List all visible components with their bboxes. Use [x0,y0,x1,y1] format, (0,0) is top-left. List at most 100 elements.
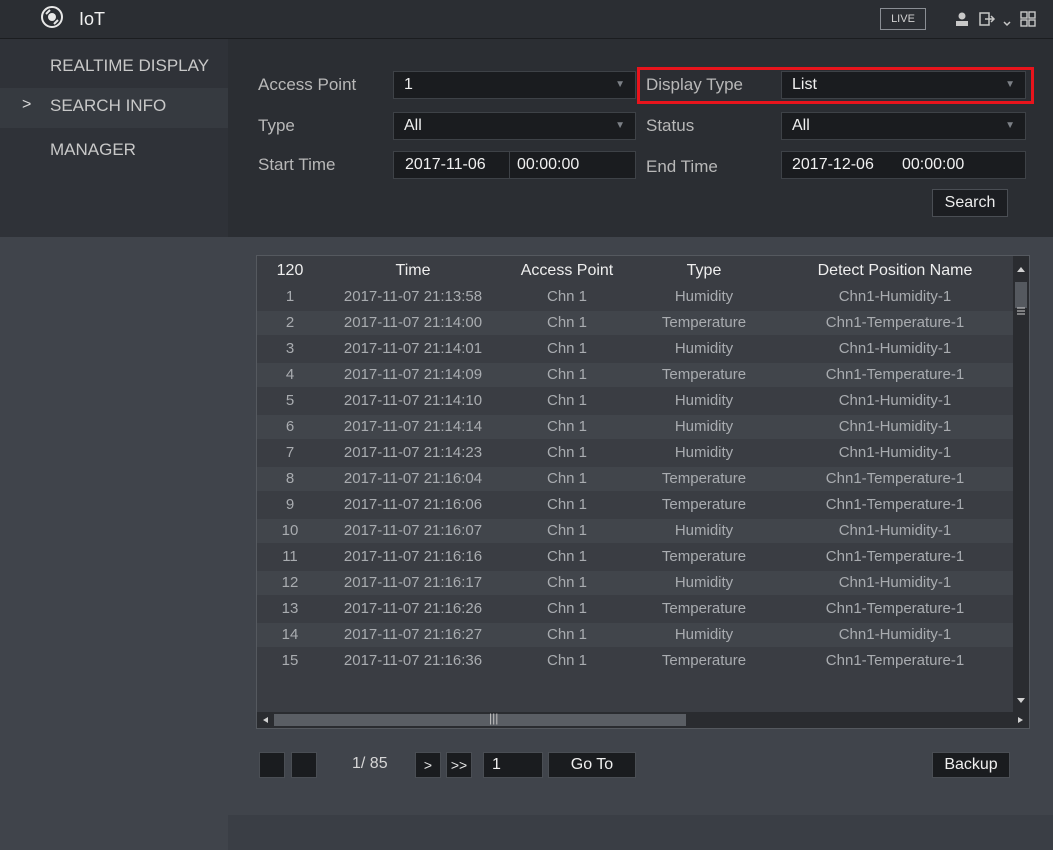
cell-time: 2017-11-07 21:14:10 [343,392,483,409]
cell-type: Humidity [674,418,734,435]
start-date-value[interactable]: 2017-11-06 [405,152,486,178]
table-row[interactable]: 5 2017-11-07 21:14:10 Chn 1 Humidity Chn1-Hu… [257,389,1013,413]
table-row[interactable]: 1 2017-11-07 21:13:58 Chn 1 Humidity Chn1-Hu… [257,285,1013,309]
top-bar: IoT LIVE [0,0,1053,39]
search-button[interactable]: Search [932,189,1008,217]
end-time-label: End Time [646,157,718,176]
sidebar-item-manager[interactable]: MANAGER [0,132,228,172]
cell-access-point: Chn 1 [546,470,588,487]
cell-type: Humidity [674,626,734,643]
table-row[interactable]: 7 2017-11-07 21:14:23 Chn 1 Humidity Chn1-Hu… [257,441,1013,465]
table-row[interactable]: 13 2017-11-07 21:16:26 Chn 1 Temperature Chn… [257,597,1013,621]
backup-button[interactable]: Backup [932,752,1010,778]
access-point-label: Access Point [258,75,357,94]
cell-time: 2017-11-07 21:13:58 [343,288,483,305]
type-select[interactable]: All ▼ [393,112,636,140]
last-page-button[interactable]: >> [446,752,472,778]
user-icon[interactable] [952,9,972,29]
column-header-detect-position-name[interactable]: Detect Position Name [777,262,1013,280]
cell-index: 5 [285,392,295,409]
cell-time: 2017-11-07 21:14:14 [343,418,483,435]
menu-grid-icon[interactable] [1018,9,1038,29]
cell-type: Temperature [661,600,747,617]
camera-lens-logo-icon [41,6,63,28]
cell-type: Humidity [674,288,734,305]
cell-access-point: Chn 1 [546,366,588,383]
scroll-left-icon[interactable] [261,716,269,724]
access-point-select[interactable]: 1 ▼ [393,71,636,99]
column-header-count[interactable]: 120 [257,262,323,280]
end-date-value[interactable]: 2017-12-06 [792,152,874,178]
table-row[interactable]: 3 2017-11-07 21:14:01 Chn 1 Humidity Chn1-Hu… [257,337,1013,361]
results-panel-footer [228,815,1053,850]
table-row[interactable]: 6 2017-11-07 21:14:14 Chn 1 Humidity Chn1-Hu… [257,415,1013,439]
cell-index: 1 [285,288,295,305]
page-number-input[interactable]: 1 [483,752,543,778]
cell-time: 2017-11-07 21:14:00 [343,314,483,331]
cell-index: 11 [282,548,298,565]
cell-index: 13 [281,600,299,617]
logout-icon[interactable] [977,9,997,29]
cell-access-point: Chn 1 [546,314,588,331]
cell-position-name: Chn1-Humidity-1 [838,574,952,591]
start-time-field[interactable]: 2017-11-06 00:00:00 [393,151,636,179]
cell-position-name: Chn1-Humidity-1 [838,288,952,305]
live-button[interactable]: LIVE [880,8,926,30]
app-title: IoT [79,9,106,29]
cell-position-name: Chn1-Humidity-1 [838,340,952,357]
table-row[interactable]: 14 2017-11-07 21:16:27 Chn 1 Humidity Chn1-H… [257,623,1013,647]
first-page-button[interactable] [259,752,285,778]
cell-position-name: Chn1-Humidity-1 [838,392,952,409]
time-divider [509,151,510,179]
sidebar-item-search-info[interactable]: > SEARCH INFO [0,88,228,128]
cell-type: Temperature [661,496,747,513]
end-time-value[interactable]: 00:00:00 [902,152,964,178]
table-row[interactable]: 8 2017-11-07 21:16:04 Chn 1 Temperature Chn1… [257,467,1013,491]
cell-position-name: Chn1-Temperature-1 [825,314,965,331]
sidebar-item-label: SEARCH INFO [50,96,167,115]
scroll-right-icon[interactable] [1017,716,1025,724]
column-header-time[interactable]: Time [323,262,503,280]
next-page-button[interactable]: > [415,752,441,778]
cell-access-point: Chn 1 [546,522,588,539]
cell-position-name: Chn1-Temperature-1 [825,548,965,565]
cell-time: 2017-11-07 21:16:36 [343,652,483,669]
vertical-scrollbar[interactable] [1013,256,1029,712]
status-select[interactable]: All ▼ [781,112,1026,140]
go-to-button[interactable]: Go To [548,752,636,778]
cell-type: Temperature [661,652,747,669]
start-time-value[interactable]: 00:00:00 [517,152,579,178]
table-row[interactable]: 9 2017-11-07 21:16:06 Chn 1 Temperature Chn1… [257,493,1013,517]
cell-position-name: Chn1-Temperature-1 [825,496,965,513]
cell-access-point: Chn 1 [546,340,588,357]
table-row[interactable]: 4 2017-11-07 21:14:09 Chn 1 Temperature Chn1… [257,363,1013,387]
table-row[interactable]: 2 2017-11-07 21:14:00 Chn 1 Temperature Chn1… [257,311,1013,335]
scroll-down-icon[interactable] [1016,697,1026,705]
chevron-down-icon[interactable] [1002,9,1012,29]
cell-type: Temperature [661,470,747,487]
cell-type: Temperature [661,366,747,383]
sidebar-lower-area [0,237,228,850]
results-table: 120 Time Access Point Type Detect Positi… [256,255,1030,729]
column-header-type[interactable]: Type [631,262,777,280]
table-row[interactable]: 11 2017-11-07 21:16:16 Chn 1 Temperature Chn… [257,545,1013,569]
cell-access-point: Chn 1 [546,626,588,643]
cell-index: 10 [281,522,299,539]
vertical-scroll-thumb[interactable] [1015,282,1027,308]
scroll-up-icon[interactable] [1016,265,1026,273]
prev-page-button[interactable] [291,752,317,778]
column-header-access-point[interactable]: Access Point [503,262,631,280]
cell-access-point: Chn 1 [546,548,588,565]
page-info: 1/ 85 [352,755,388,772]
table-row[interactable]: 10 2017-11-07 21:16:07 Chn 1 Humidity Chn1-H… [257,519,1013,543]
cell-access-point: Chn 1 [546,574,588,591]
table-row[interactable]: 15 2017-11-07 21:16:36 Chn 1 Temperature Chn… [257,649,1013,673]
end-time-field[interactable]: 2017-12-06 00:00:00 [781,151,1026,179]
cell-type: Humidity [674,392,734,409]
horizontal-scroll-thumb[interactable]: ||| [274,711,686,726]
cell-access-point: Chn 1 [546,496,588,513]
horizontal-scrollbar[interactable]: ||| [257,711,1029,728]
cell-type: Temperature [661,548,747,565]
table-row[interactable]: 12 2017-11-07 21:16:17 Chn 1 Humidity Chn1-H… [257,571,1013,595]
sidebar-item-realtime-display[interactable]: REALTIME DISPLAY [0,48,228,88]
